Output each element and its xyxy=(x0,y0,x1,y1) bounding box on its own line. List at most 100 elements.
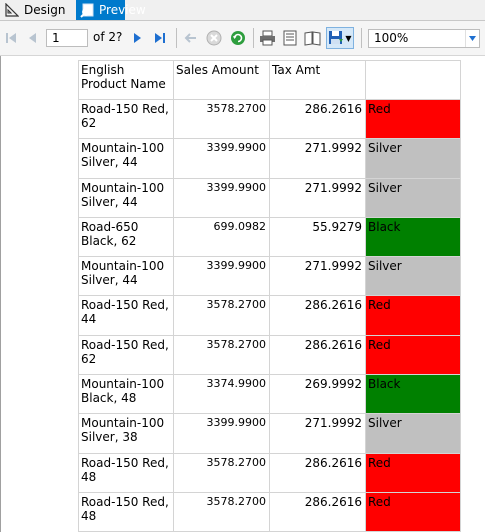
printer-icon xyxy=(259,30,275,46)
tax-amt-cell: 286.2616 xyxy=(269,334,366,376)
tax-amt-cell: 271.9992 xyxy=(269,413,366,454)
report-table: English Product Name Sales Amount Tax Am… xyxy=(78,60,461,532)
tab-strip: Design Preview xyxy=(0,0,485,21)
table-row: Road-650 Black, 62 699.0982 55.9279 Black xyxy=(78,216,461,258)
table-row: Road-150 Red, 44 3578.2700 286.2616 Red xyxy=(78,295,461,336)
column-header-product-name: English Product Name xyxy=(78,60,174,100)
export-button[interactable]: ▼ xyxy=(326,27,354,49)
color-cell: Red xyxy=(365,334,461,376)
sales-amount-cell: 3578.2700 xyxy=(173,98,270,140)
back-arrow-icon xyxy=(184,33,196,43)
color-cell: Red xyxy=(365,491,461,532)
tax-amt-cell: 286.2616 xyxy=(269,98,366,140)
sales-amount-cell: 3399.9900 xyxy=(173,177,270,218)
print-layout-icon xyxy=(283,30,297,46)
product-name-cell: Road-650 Black, 62 xyxy=(78,216,174,258)
tax-amt-cell: 269.9992 xyxy=(269,374,366,415)
product-name-cell: Road-150 Red, 48 xyxy=(78,452,174,493)
first-page-icon xyxy=(6,33,16,43)
table-row: Mountain-100 Silver, 44 3399.9900 271.9992… xyxy=(78,177,461,218)
next-page-button[interactable] xyxy=(132,30,144,46)
sales-amount-cell: 3578.2700 xyxy=(173,491,270,532)
tax-amt-cell: 271.9992 xyxy=(269,256,366,297)
product-name-cell: Mountain-100 Silver, 38 xyxy=(78,413,174,454)
tax-amt-cell: 271.9992 xyxy=(269,138,366,179)
color-cell: Silver xyxy=(365,413,461,454)
design-icon xyxy=(4,2,20,18)
sales-amount-cell: 3578.2700 xyxy=(173,295,270,336)
report-toolbar: 1 of 2? ▼ 100% xyxy=(0,21,485,56)
print-layout-button[interactable] xyxy=(281,29,299,47)
sales-amount-cell: 3578.2700 xyxy=(173,452,270,493)
table-header-row: English Product Name Sales Amount Tax Am… xyxy=(78,60,461,100)
page-setup-icon xyxy=(304,31,320,46)
page-setup-button[interactable] xyxy=(303,29,321,47)
sales-amount-cell: 699.0982 xyxy=(173,216,270,258)
color-cell: Red xyxy=(365,98,461,140)
chevron-down-icon: ▼ xyxy=(345,33,352,43)
toolbar-separator xyxy=(253,28,254,48)
tab-preview-label: Preview xyxy=(99,3,146,17)
product-name-cell: Road-150 Red, 48 xyxy=(78,491,174,532)
product-name-cell: Mountain-100 Silver, 44 xyxy=(78,256,174,297)
column-header-sales-amount: Sales Amount xyxy=(173,60,270,100)
zoom-select[interactable]: 100% xyxy=(368,29,480,48)
tax-amt-cell: 55.9279 xyxy=(269,216,366,258)
tab-design[interactable]: Design xyxy=(0,0,74,20)
table-row: Mountain-100 Silver, 38 3399.9900 271.9992… xyxy=(78,413,461,454)
print-button[interactable] xyxy=(258,29,276,47)
previous-page-button[interactable] xyxy=(25,30,39,46)
sales-amount-cell: 3399.9900 xyxy=(173,413,270,454)
sales-amount-cell: 3374.9900 xyxy=(173,374,270,415)
table-row: Mountain-100 Black, 48 3374.9900 269.9992 B… xyxy=(78,374,461,415)
product-name-cell: Road-150 Red, 62 xyxy=(78,98,174,140)
column-header-color xyxy=(365,60,461,100)
back-button[interactable] xyxy=(183,30,199,46)
last-page-icon xyxy=(154,33,165,43)
table-row: Mountain-100 Silver, 44 3399.9900 271.9992… xyxy=(78,138,461,179)
table-row: Road-150 Red, 48 3578.2700 286.2616 Red xyxy=(78,452,461,493)
tab-preview[interactable]: Preview xyxy=(76,0,146,20)
next-page-icon xyxy=(134,33,141,43)
stop-icon xyxy=(206,30,222,46)
chevron-down-icon xyxy=(465,30,479,47)
product-name-cell: Road-150 Red, 44 xyxy=(78,295,174,336)
product-name-cell: Road-150 Red, 62 xyxy=(78,334,174,376)
tab-design-label: Design xyxy=(24,3,66,17)
color-cell: Black xyxy=(365,216,461,258)
tax-amt-cell: 271.9992 xyxy=(269,177,366,218)
tax-amt-cell: 286.2616 xyxy=(269,452,366,493)
first-page-button[interactable] xyxy=(4,30,18,46)
sales-amount-cell: 3399.9900 xyxy=(173,256,270,297)
table-row: Mountain-100 Silver, 44 3399.9900 271.9992… xyxy=(78,256,461,297)
color-cell: Silver xyxy=(365,256,461,297)
product-name-cell: Mountain-100 Black, 48 xyxy=(78,374,174,415)
export-save-icon xyxy=(329,31,344,44)
zoom-value: 100% xyxy=(374,31,409,45)
color-cell: Silver xyxy=(365,177,461,218)
table-row: Road-150 Red, 62 3578.2700 286.2616 Red xyxy=(78,334,461,376)
color-cell: Red xyxy=(365,452,461,493)
product-name-cell: Mountain-100 Silver, 44 xyxy=(78,177,174,218)
stop-button[interactable] xyxy=(205,30,223,46)
color-cell: Red xyxy=(365,295,461,336)
refresh-icon xyxy=(231,31,245,45)
toolbar-separator xyxy=(361,28,362,48)
tax-amt-cell: 286.2616 xyxy=(269,295,366,336)
table-row: Road-150 Red, 48 3578.2700 286.2616 Red xyxy=(78,491,461,532)
current-page-input[interactable]: 1 xyxy=(46,29,88,47)
last-page-button[interactable] xyxy=(152,30,168,46)
table-row: Road-150 Red, 62 3578.2700 286.2616 Red xyxy=(78,98,461,140)
color-cell: Black xyxy=(365,374,461,415)
tax-amt-cell: 286.2616 xyxy=(269,491,366,532)
sales-amount-cell: 3578.2700 xyxy=(173,334,270,376)
report-border xyxy=(0,56,1,532)
color-cell: Silver xyxy=(365,138,461,179)
product-name-cell: Mountain-100 Silver, 44 xyxy=(78,138,174,179)
sales-amount-cell: 3399.9900 xyxy=(173,138,270,179)
page-count: of 2? xyxy=(93,30,123,44)
toolbar-separator xyxy=(176,28,177,48)
refresh-button[interactable] xyxy=(229,30,247,46)
preview-icon xyxy=(80,2,95,18)
column-header-tax-amt: Tax Amt xyxy=(269,60,366,100)
